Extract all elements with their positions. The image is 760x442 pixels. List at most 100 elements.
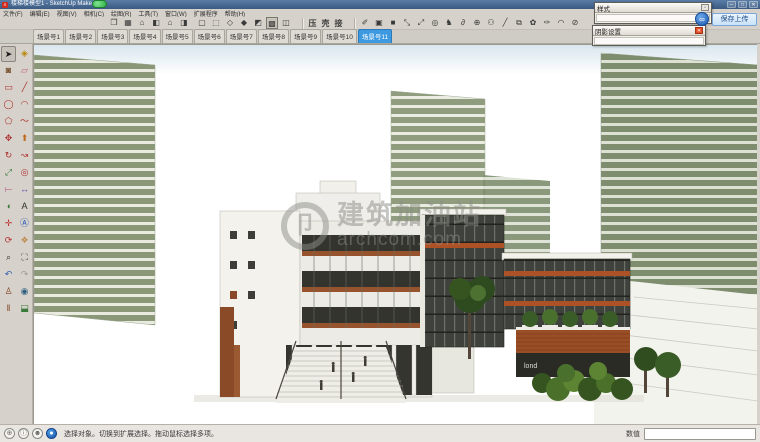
rotate-tool-icon[interactable]: ↻ (1, 148, 16, 164)
tape-measure-tool-icon[interactable]: ⟝ (1, 182, 16, 198)
monochrome-style-icon[interactable]: ◫ (280, 17, 292, 29)
axes-tool-icon[interactable]: ✛ (1, 216, 16, 232)
eraser-tool-icon[interactable]: ▱ (17, 63, 32, 79)
next-view-tool-icon[interactable]: ↷ (17, 267, 32, 283)
close-button[interactable]: ✕ (749, 1, 758, 8)
paint-bucket-tool-icon[interactable]: ◙ (1, 63, 16, 79)
shadow-settings-panel: 阴影设置 ✕ (592, 25, 706, 46)
scene-tab-10[interactable]: 场景号10 (322, 29, 357, 43)
plugin-text-button-1[interactable]: 压 (307, 18, 318, 29)
previous-view-tool-icon[interactable]: ↶ (1, 267, 16, 283)
zoom-extents-tool-icon[interactable]: ⛶ (17, 250, 32, 266)
geolocation-icon[interactable]: ⊕ (4, 428, 15, 439)
plugin-slash-icon[interactable]: ⊘ (569, 17, 581, 29)
scene-tab-1[interactable]: 场景号1 (33, 29, 65, 43)
line-tool-icon[interactable]: ╱ (17, 80, 32, 96)
status-hint: 选择对象。切换到扩展选择。拖动鼠标选择多项。 (64, 430, 218, 438)
scene-tab-9[interactable]: 场景号9 (290, 29, 322, 43)
tower-left (34, 54, 156, 326)
section-plane-tool-icon[interactable]: ⬓ (17, 301, 32, 317)
plugin-grid-icon[interactable]: ⧉ (513, 17, 525, 29)
plugin-fill-icon[interactable]: ■ (387, 17, 399, 29)
upload-button[interactable]: 保存上传 (712, 13, 757, 26)
shadow-panel-titlebar[interactable]: 阴影设置 ✕ (593, 26, 705, 36)
protractor-tool-icon[interactable]: ◖ (1, 199, 16, 215)
shadow-panel-title: 阴影设置 (595, 28, 621, 36)
scene-tab-3[interactable]: 场景号3 (97, 29, 129, 43)
plugin-curve-icon[interactable]: ∂ (457, 17, 469, 29)
polygon-tool-icon[interactable]: ⬠ (1, 114, 16, 130)
styles-panel-title: 样式 (597, 5, 610, 13)
sketchup-window: S 楼梯楼模型1 - SketchUp Make ─ □ ✕ 文件(F) 编辑(E… (0, 0, 760, 442)
offset-tool-icon[interactable]: ◎ (17, 165, 32, 181)
scene-tab-6[interactable]: 场景号6 (193, 29, 225, 43)
xray-style-icon[interactable]: ▢ (196, 17, 208, 29)
stats-icon[interactable]: ● (46, 428, 57, 439)
plugin-scale-x-icon[interactable]: ⤡ (401, 17, 413, 29)
scene-tab-11[interactable]: 场景号11 (357, 29, 393, 43)
freehand-tool-icon[interactable]: 〜 (17, 114, 32, 130)
circle-tool-icon[interactable]: ◯ (1, 97, 16, 113)
plugin-panel-icon[interactable]: ▣ (373, 17, 385, 29)
plugin-gear-icon[interactable]: ⊕ (471, 17, 483, 29)
measurements-input[interactable] (644, 427, 756, 440)
plugin-line-icon[interactable]: ╱ (499, 17, 511, 29)
back-edges-style-icon[interactable]: ⬚ (210, 17, 222, 29)
plugin-pencil-icon[interactable]: ✐ (359, 17, 371, 29)
shaded-style-icon[interactable]: ◩ (252, 17, 264, 29)
maximize-button[interactable]: □ (738, 1, 747, 8)
right-view-icon[interactable]: ◧ (150, 17, 162, 29)
scene-tab-5[interactable]: 场景号5 (161, 29, 193, 43)
plugin-pen-icon[interactable]: ✑ (541, 17, 553, 29)
iso-view-icon[interactable]: ❐ (108, 17, 120, 29)
left-view-icon[interactable]: ◨ (178, 17, 190, 29)
plugin-scale-y-icon[interactable]: ⤢ (415, 17, 427, 29)
shadow-close-button[interactable]: ✕ (695, 27, 703, 34)
signage-text: lond (524, 363, 537, 370)
zoom-tool-icon[interactable]: ⌕ (1, 250, 16, 266)
move-tool-icon[interactable]: ✥ (1, 131, 16, 147)
select-tool-icon[interactable]: ➤ (1, 46, 16, 62)
user-icon[interactable]: ☻ (32, 428, 43, 439)
pan-tool-icon[interactable]: ❖ (17, 233, 32, 249)
wireframe-style-icon[interactable]: ◇ (224, 17, 236, 29)
credits-icon[interactable]: ⓘ (18, 428, 29, 439)
plugin-arc-icon[interactable]: ◠ (555, 17, 567, 29)
hidden-line-style-icon[interactable]: ◆ (238, 17, 250, 29)
toolbar-separator (354, 17, 355, 29)
styles-collapse-button[interactable]: ▫ (701, 4, 709, 11)
text-tool-icon[interactable]: A (17, 199, 32, 215)
make-component-tool-icon[interactable]: ◈ (17, 46, 32, 62)
plugin-text-buttons: 压壳接 (307, 18, 344, 29)
walk-tool-icon[interactable]: ‖ (1, 301, 16, 317)
orbit-tool-icon[interactable]: ⟳ (1, 233, 16, 249)
arc-tool-icon[interactable]: ◠ (17, 97, 32, 113)
position-camera-tool-icon[interactable]: ♙ (1, 284, 16, 300)
front-view-icon[interactable]: ⌂ (136, 17, 148, 29)
dimension-tool-icon[interactable]: ↔ (17, 182, 32, 198)
scene-tab-4[interactable]: 场景号4 (129, 29, 161, 43)
plugin-node-icon[interactable]: ⚇ (485, 17, 497, 29)
scale-tool-icon[interactable]: ⤢ (1, 165, 16, 181)
scene-tab-2[interactable]: 场景号2 (65, 29, 97, 43)
scene-tab-7[interactable]: 场景号7 (225, 29, 257, 43)
minimize-button[interactable]: ─ (727, 1, 736, 8)
plugin-flower-icon[interactable]: ✿ (527, 17, 539, 29)
scene-tab-8[interactable]: 场景号8 (257, 29, 289, 43)
styles-panel-titlebar[interactable]: 样式 ▫ (595, 3, 711, 13)
push-pull-tool-icon[interactable]: ⬆ (17, 131, 32, 147)
plugin-text-button-3[interactable]: 接 (333, 18, 344, 29)
plugin-knight-icon[interactable]: ♞ (443, 17, 455, 29)
back-view-icon[interactable]: ⌂ (164, 17, 176, 29)
3d-text-tool-icon[interactable]: Ⓐ (17, 216, 32, 232)
top-view-icon[interactable]: ▦ (122, 17, 134, 29)
look-around-tool-icon[interactable]: ◉ (17, 284, 32, 300)
rectangle-tool-icon[interactable]: ▭ (1, 80, 16, 96)
entry-stairs (275, 340, 407, 403)
plugin-target-icon[interactable]: ◎ (429, 17, 441, 29)
follow-me-tool-icon[interactable]: ↝ (17, 148, 32, 164)
plugin-text-button-2[interactable]: 壳 (320, 18, 331, 29)
shaded-textures-style-icon[interactable]: ▩ (266, 17, 278, 29)
model-viewport[interactable]: lond 卩 建筑加油站 archcom.com (33, 44, 757, 424)
plugin-logo-icon[interactable]: ∞ (695, 12, 709, 26)
